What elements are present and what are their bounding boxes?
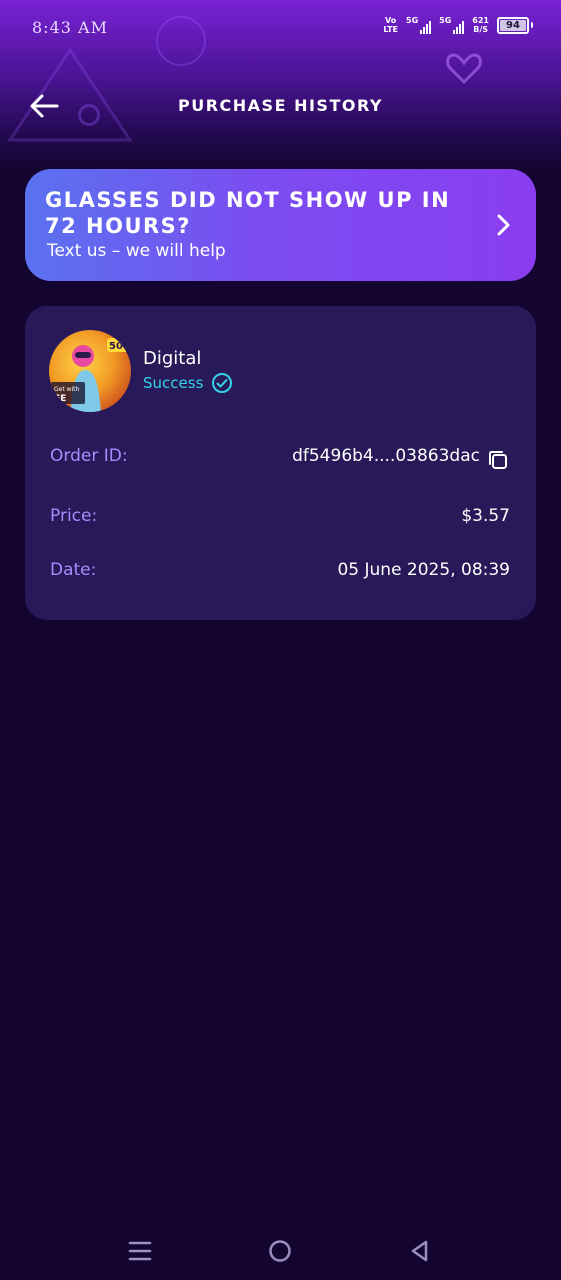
copy-icon[interactable] [486, 448, 510, 472]
banner-subtitle: Text us – we will help [47, 241, 226, 261]
circle-home-icon [269, 1240, 291, 1262]
status-time: 8:43 AM [32, 18, 108, 37]
system-back-button[interactable] [403, 1234, 437, 1268]
page-title: PURCHASE HISTORY [178, 96, 383, 115]
product-name: Digital [143, 348, 202, 369]
svg-text:EE: EE [54, 394, 66, 404]
chevron-right-icon [497, 214, 510, 236]
check-circle-icon [212, 373, 233, 393]
order-id-label: Order ID: [50, 446, 128, 466]
date-row: Date: 05 June 2025, 08:39 [50, 560, 510, 590]
navigation-bar [0, 1220, 561, 1280]
price-label: Price: [50, 506, 98, 526]
home-button[interactable] [263, 1234, 297, 1268]
date-label: Date: [50, 560, 97, 580]
sim1-signal-icon: 5G [406, 16, 432, 34]
order-id-value: df5496b4....03863dac [292, 446, 480, 466]
recents-button[interactable] [123, 1234, 157, 1268]
svg-text:Get with: Get with [54, 386, 80, 393]
status-bar: 8:43 AM Vo LTE 5G 5G 621 B/S 94 [0, 0, 561, 56]
product-image: 50 Get with EE [51, 338, 131, 412]
order-id-row: Order ID: df5496b4....03863dac [50, 446, 510, 476]
menu-icon [128, 1241, 152, 1261]
battery-level: 94 [506, 19, 520, 31]
order-card[interactable]: 50 Get with EE Digital Success Order ID:… [25, 306, 536, 620]
price-value: $3.57 [461, 506, 510, 526]
triangle-back-icon [411, 1240, 428, 1262]
product-thumbnail: 50 Get with EE [49, 330, 131, 412]
app-header: PURCHASE HISTORY [0, 80, 561, 132]
svg-text:50: 50 [109, 341, 123, 352]
order-status: Success [143, 372, 233, 394]
banner-title: GLASSES DID NOT SHOW UP IN 72 HOURS? [45, 188, 451, 238]
battery-icon: 94 [497, 16, 529, 34]
volte-indicator: Vo LTE [383, 16, 399, 34]
net-speed-indicator: 621 B/S [472, 16, 489, 34]
price-row: Price: $3.57 [50, 506, 510, 536]
date-value: 05 June 2025, 08:39 [337, 560, 510, 580]
sim2-signal-icon: 5G [439, 16, 465, 34]
status-icons: Vo LTE 5G 5G 621 B/S 94 [383, 16, 533, 34]
status-text: Success [143, 374, 204, 392]
help-banner[interactable]: GLASSES DID NOT SHOW UP IN 72 HOURS? Tex… [25, 169, 536, 281]
